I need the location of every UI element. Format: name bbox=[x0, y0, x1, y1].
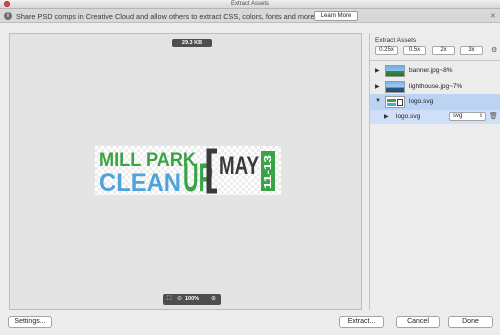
file-size-badge: 29.3 KB bbox=[172, 39, 212, 47]
format-select[interactable]: svg ⇕ bbox=[449, 112, 486, 121]
output-file-name[interactable]: logo.svg bbox=[396, 113, 420, 120]
asset-name: lighthouse.jpg~7% bbox=[409, 83, 463, 90]
extract-button[interactable]: Extract... bbox=[339, 316, 384, 328]
asset-name: banner.jpg~8% bbox=[409, 67, 453, 74]
settings-button[interactable]: Settings... bbox=[8, 316, 52, 328]
asset-subrow-logo-svg[interactable]: ▶ logo.svg svg ⇕ 🗑 bbox=[370, 110, 500, 124]
scale-button-0-5x[interactable]: 0.5x bbox=[403, 46, 426, 55]
cancel-button[interactable]: Cancel bbox=[396, 316, 440, 328]
thumbnail-lighthouse bbox=[385, 81, 405, 93]
panel-divider bbox=[370, 60, 500, 61]
mill-park-logo: MILL PARK CLEAN UP MAY 11-13 bbox=[99, 148, 275, 200]
title-bar: Extract Assets bbox=[0, 0, 500, 9]
thumbnail-logo bbox=[385, 96, 405, 108]
info-banner: i Share PSD comps in Creative Cloud and … bbox=[0, 9, 500, 23]
panel-title: Extract Assets bbox=[375, 37, 417, 44]
asset-preview: 29.3 KB MILL PARK CLEAN UP MAY 11-13 ⛶ ⊖… bbox=[9, 33, 362, 310]
asset-row-logo[interactable]: ▼ logo.svg bbox=[370, 94, 500, 110]
zoom-level: 100% bbox=[185, 296, 200, 302]
scale-button-0-25x[interactable]: 0.25x bbox=[375, 46, 398, 55]
gear-icon[interactable]: ⚙ bbox=[491, 46, 497, 54]
logo-line2a: CLEAN bbox=[99, 169, 181, 195]
disclosure-right-icon[interactable]: ▶ bbox=[375, 83, 380, 90]
banner-message: Share PSD comps in Creative Cloud and al… bbox=[16, 12, 315, 21]
scale-button-2x[interactable]: 2x bbox=[432, 46, 455, 55]
zoom-out-icon[interactable]: ⊖ bbox=[177, 296, 182, 303]
logo-left-bracket bbox=[206, 148, 217, 194]
logo-line1: MILL PARK bbox=[99, 150, 196, 171]
close-icon[interactable]: ✕ bbox=[490, 12, 496, 20]
extract-assets-panel: Extract Assets 0.25x 0.5x 2x 3x ⚙ ▶ bann… bbox=[369, 33, 500, 310]
info-icon: i bbox=[4, 12, 12, 20]
disclosure-down-icon[interactable]: ▼ bbox=[375, 98, 381, 104]
done-button[interactable]: Done bbox=[448, 316, 493, 328]
zoom-in-icon[interactable]: ⊕ bbox=[211, 296, 216, 303]
zoom-controls: ⛶ ⊖ 100% ⊕ bbox=[163, 294, 221, 305]
window-title: Extract Assets bbox=[230, 1, 269, 7]
learn-more-button[interactable]: Learn More bbox=[314, 11, 358, 21]
scale-button-3x[interactable]: 3x bbox=[460, 46, 483, 55]
trash-icon[interactable]: 🗑 bbox=[489, 112, 498, 120]
asset-name: logo.svg bbox=[409, 98, 434, 105]
format-value: svg bbox=[453, 113, 463, 119]
disclosure-right-icon[interactable]: ▶ bbox=[375, 67, 380, 74]
thumbnail-banner bbox=[385, 65, 405, 77]
select-arrows-icon: ⇕ bbox=[478, 113, 483, 119]
asset-row-lighthouse[interactable]: ▶ lighthouse.jpg~7% bbox=[370, 79, 500, 95]
logo-preview-image: MILL PARK CLEAN UP MAY 11-13 bbox=[95, 146, 281, 200]
fit-to-window-icon[interactable]: ⛶ bbox=[167, 296, 171, 303]
logo-days: 11-13 bbox=[263, 154, 274, 189]
disclosure-right-icon[interactable]: ▶ bbox=[384, 113, 389, 120]
logo-month: MAY bbox=[219, 152, 259, 180]
asset-row-banner[interactable]: ▶ banner.jpg~8% bbox=[370, 63, 500, 79]
